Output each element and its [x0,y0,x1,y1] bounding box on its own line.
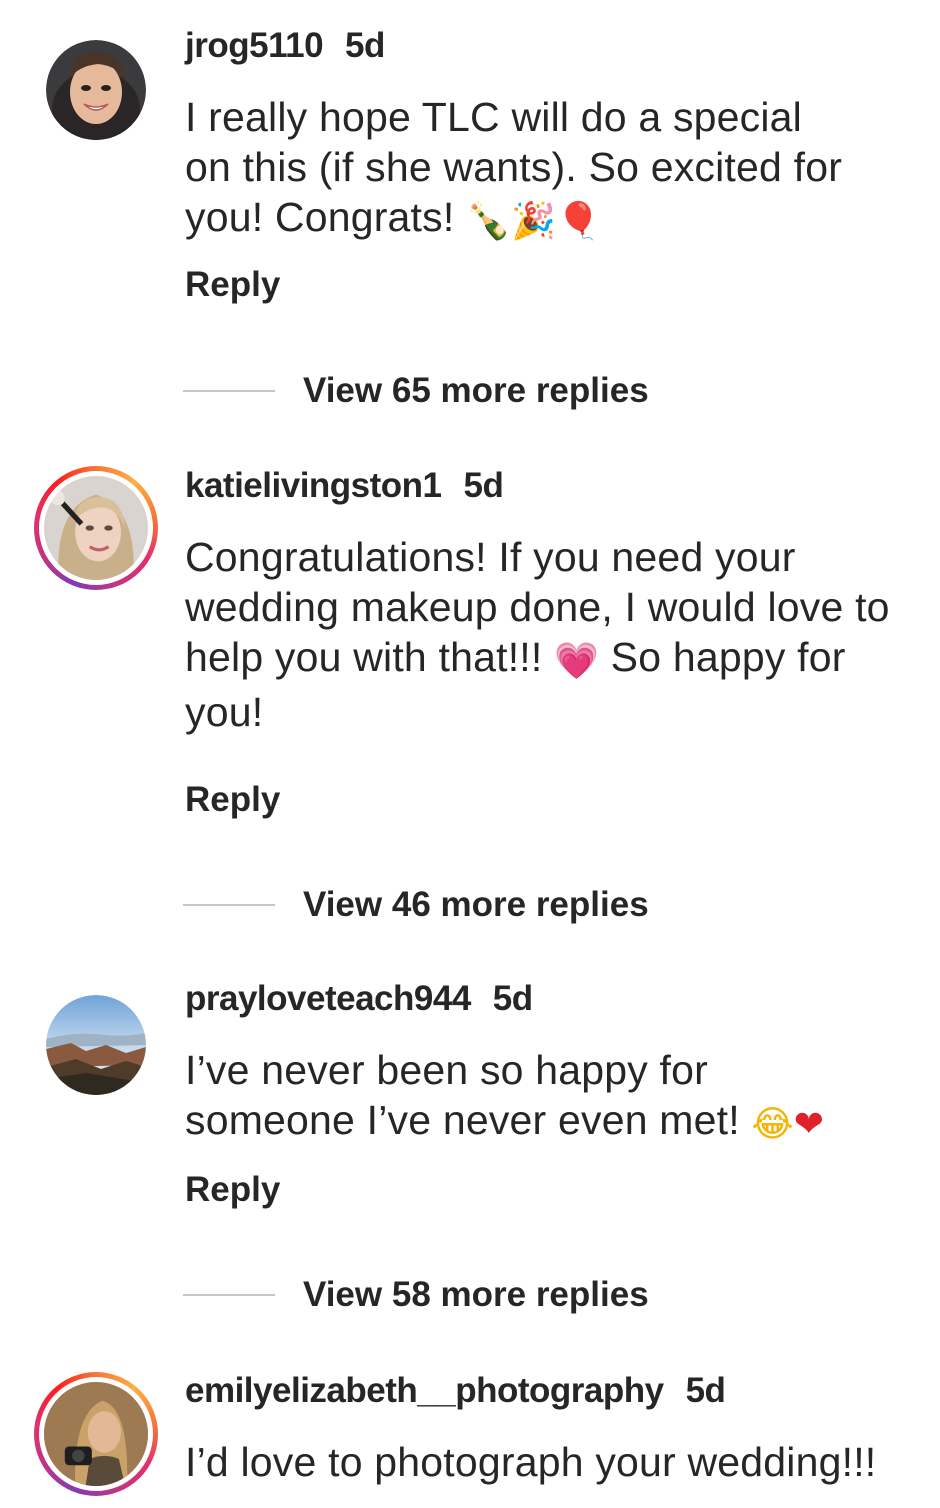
view-more-replies-label: View 58 more replies [303,1275,649,1314]
red-heart-emoji-icon: ❤ [793,1104,825,1145]
comment-line: someone I’ve never even met! 😂❤ [185,1095,925,1150]
comment-line: help you with that!!! 💗 So happy for [185,632,925,687]
makeup-artist-avatar-icon [44,476,148,580]
view-more-replies-button[interactable]: View 58 more replies [183,1275,649,1315]
avatar-emilyelizabeth-photography[interactable] [34,1372,158,1496]
comment-header: prayloveteach944 5d [185,979,533,1019]
comment-line: I’d love to photograph your wedding!!! [185,1439,877,1485]
comment-header: emilyelizabeth__photography 5d [185,1371,726,1411]
comment-line: Congratulations! If you need your [185,534,796,580]
divider-line [183,1294,275,1296]
party-popper-emoji-icon: 🎉 [511,201,557,242]
comment-text: Congratulations! If you need your weddin… [185,532,925,737]
comment-header: jrog5110 5d [185,26,385,66]
avatar-katielivingston1[interactable] [34,466,158,590]
comment-line-text: So happy for [599,634,846,680]
view-more-replies-button[interactable]: View 46 more replies [183,885,649,925]
canyon-landscape-avatar-icon [46,995,146,1095]
woman-smiling-avatar-icon [46,40,146,140]
comment-line: I really hope TLC will do a special [185,94,802,140]
username[interactable]: jrog5110 [185,26,324,65]
avatar-jrog5110[interactable] [46,40,146,140]
comment-header: katielivingston1 5d [185,466,504,506]
comment-line: you! [185,689,264,735]
photographer-avatar-icon [44,1382,148,1486]
comment-time: 5d [345,26,385,65]
comment-text: I really hope TLC will do a special on t… [185,92,925,247]
comment-line: on this (if she wants). So excited for [185,144,843,190]
reply-button[interactable]: Reply [185,780,280,820]
comment-line: you! Congrats! 🍾🎉🎈 [185,192,925,247]
comment-line-text: someone I’ve never even met! [185,1097,752,1143]
comment-line-text: you! Congrats! [185,194,467,240]
reply-button[interactable]: Reply [185,1170,280,1210]
username[interactable]: emilyelizabeth__photography [185,1371,664,1410]
view-more-replies-label: View 65 more replies [303,371,649,410]
champagne-emoji-icon: 🍾 [466,201,512,242]
growing-heart-emoji-icon: 💗 [554,641,600,682]
comment-text: I’ve never been so happy for someone I’v… [185,1045,925,1150]
balloon-emoji-icon: 🎈 [556,201,602,242]
username[interactable]: prayloveteach944 [185,979,471,1018]
divider-line [183,904,275,906]
tears-of-joy-emoji-icon: 😂 [751,1104,794,1145]
comment-text: I’d love to photograph your wedding!!! [185,1437,925,1487]
divider-line [183,390,275,392]
story-ring-inner [39,471,153,585]
comment-time: 5d [685,1371,726,1410]
view-more-replies-label: View 46 more replies [303,885,649,924]
comment-line-text: help you with that!!! [185,634,555,680]
comment-time: 5d [463,466,504,505]
view-more-replies-button[interactable]: View 65 more replies [183,371,649,411]
username[interactable]: katielivingston1 [185,466,442,505]
avatar-prayloveteach944[interactable] [46,995,146,1095]
story-ring-inner [39,1377,153,1491]
comment-line: wedding makeup done, I would love to [185,584,890,630]
comment-time: 5d [492,979,533,1018]
comment-line: I’ve never been so happy for [185,1047,708,1093]
reply-button[interactable]: Reply [185,265,280,305]
